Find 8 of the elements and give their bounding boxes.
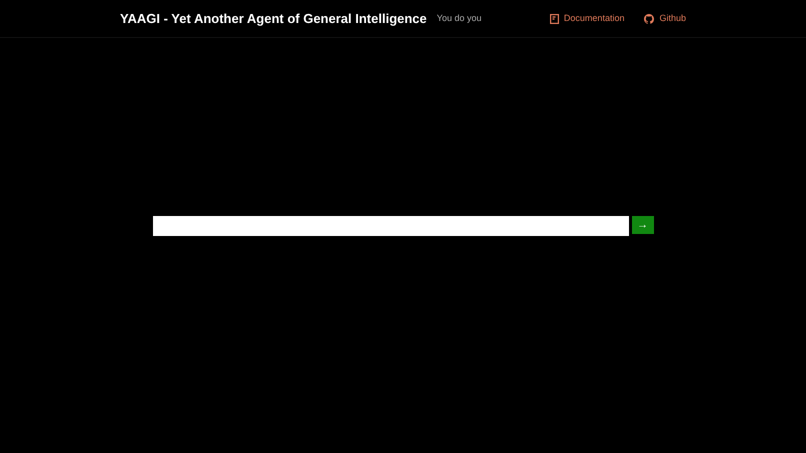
site-title: YAAGI - Yet Another Agent of General Intelligence [120, 10, 427, 28]
submit-button[interactable]: → [632, 216, 654, 234]
document-icon [550, 14, 559, 24]
nav-link[interactable]: Github [659, 12, 686, 26]
github-icon [644, 14, 654, 24]
tagline: You do you [436, 12, 482, 25]
prompt-input[interactable] [152, 216, 628, 236]
nav-link[interactable]: Documentation [564, 12, 624, 26]
